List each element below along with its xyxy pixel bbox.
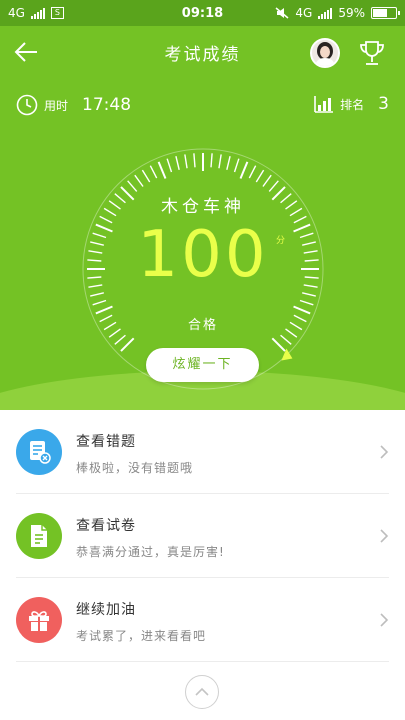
avatar[interactable] [310,38,340,68]
wrong-questions-icon [16,429,62,475]
chevron-right-icon [380,445,389,459]
gauge-tick [193,153,196,168]
clock-icon [16,94,38,116]
chevron-right-icon [380,529,389,543]
list-item-title: 查看错题 [76,434,136,450]
gauge-tick [149,165,158,179]
bar-chart-icon [314,96,334,113]
gauge-tick [210,153,213,168]
network-type-right: 4G [295,6,313,20]
list-item-title: 继续加油 [76,602,136,618]
gauge-tick [175,156,180,170]
gauge-tick [141,169,151,183]
list-item-desc: 棒极啦，没有错题哦 [76,461,194,475]
gauge-tick [90,292,104,297]
list-item-wrong-questions[interactable]: 查看错题 棒极啦，没有错题哦 [0,410,405,494]
chevron-right-icon [380,613,389,627]
time-used: 用时 17:48 [16,94,131,116]
battery-percent: 59% [338,6,365,20]
nav-bar: 考试成绩 [0,26,405,78]
mute-icon [275,7,289,19]
gauge-tick [293,305,311,315]
gauge-tick [299,299,314,306]
gauge-tick [268,180,279,192]
gauge-tick [255,169,265,183]
rank-label: 排名 [340,97,365,112]
gauge-tick [233,158,240,173]
score-value: 100 [137,218,269,292]
time-label: 用时 [44,98,69,113]
action-list: 查看错题 棒极啦，没有错题哦 查看试卷 恭喜满分通过，真是厉害! 继续加油 考试… [0,410,405,662]
gauge-tick [271,337,286,352]
paper-icon [16,513,62,559]
gauge-tick [248,165,257,179]
gauge-tick [127,180,138,192]
gift-icon [16,597,62,643]
trophy-button[interactable] [357,38,387,68]
list-item-desc: 考试累了，进来看看吧 [76,629,207,643]
gauge-tick [134,174,144,187]
signal-icon [30,7,45,19]
gauge-tick [157,161,167,179]
result-hero: 考试成绩 用时 17:48 排名 3 木仓车神 100 分 合格 炫耀一下 [0,26,405,410]
gauge-tick [239,161,249,179]
gauge-tick [226,156,231,170]
gauge-tick [302,292,316,297]
user-avatar-icon [312,40,338,66]
trophy-icon [360,41,384,65]
signal-icon-right [318,7,333,19]
gauge-tick [184,154,188,169]
gauge-tick [280,334,292,345]
battery-icon [371,7,400,19]
status-bar: 4G S 09:18 4G 59% [0,0,405,26]
rank: 排名 3 [314,94,389,114]
gauge-tick [262,174,272,187]
gauge-tick [95,305,113,315]
rank-value: 3 [378,94,389,114]
pass-status: 合格 [187,318,218,333]
score-unit: 分 [276,236,286,246]
page-title: 考试成绩 [164,45,241,65]
network-type: 4G [8,6,25,20]
gauge-tick [92,299,107,306]
list-item-title: 查看试卷 [76,518,136,534]
notification-icon: S [50,7,64,19]
user-nickname: 木仓车神 [161,197,245,217]
gauge-tick [166,158,173,173]
gauge-tick [218,154,222,169]
scroll-up-button[interactable] [185,675,219,709]
list-item-view-paper[interactable]: 查看试卷 恭喜满分通过，真是厉害! [0,494,405,578]
list-item-desc: 恭喜满分通过，真是厉害! [76,545,225,559]
show-off-button[interactable]: 炫耀一下 [146,348,259,382]
gauge-tick [120,337,135,352]
list-item-keep-going[interactable]: 继续加油 考试累了，进来看看吧 [0,578,405,662]
time-value: 17:48 [82,95,132,115]
chevron-up-icon [195,687,209,696]
status-time: 09:18 [181,5,224,21]
gauge-tick [114,334,126,345]
